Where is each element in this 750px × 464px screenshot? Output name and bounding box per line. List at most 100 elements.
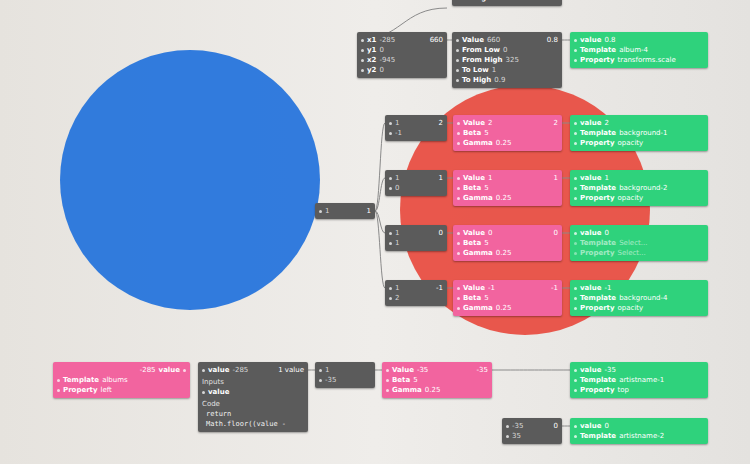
input-port[interactable]: Templatebackground-1 (574, 128, 704, 138)
input-port[interactable]: To High0.9 (456, 75, 558, 85)
input-port[interactable]: 0 (389, 183, 443, 193)
input-port[interactable]: Beta5 (457, 128, 558, 138)
input-port[interactable]: Value-1-1 (457, 283, 558, 293)
input-port[interactable]: TemplateSelect... (574, 238, 704, 248)
grey-node[interactable]: x1-285660y10x2-945y20 (357, 32, 447, 78)
green-node[interactable]: value-1Templatebackground-4Propertyopaci… (570, 280, 708, 316)
port-icon[interactable] (456, 49, 459, 52)
port-icon[interactable] (574, 369, 577, 372)
port-icon[interactable] (574, 177, 577, 180)
input-port[interactable]: Gamma0.25 (457, 193, 558, 203)
port-icon[interactable] (457, 132, 460, 135)
port-icon[interactable] (361, 69, 364, 72)
grey-node[interactable]: 12-1 (385, 115, 447, 141)
port-icon[interactable] (389, 187, 392, 190)
port-icon[interactable] (386, 389, 389, 392)
port-icon[interactable] (57, 379, 60, 382)
green-node[interactable]: value1Templatebackground-2Propertyopacit… (570, 170, 708, 206)
port-icon[interactable] (457, 232, 460, 235)
input-port[interactable]: Propertyopacity (574, 303, 704, 313)
input-port[interactable]: -1 (389, 128, 443, 138)
input-port[interactable]: Value6600.8 (456, 35, 558, 45)
input-port[interactable]: From High325 (456, 55, 558, 65)
code-line[interactable]: Math.floor((value - (202, 419, 304, 429)
port-icon[interactable] (574, 379, 577, 382)
port-icon[interactable] (319, 369, 322, 372)
pink-node[interactable]: Value00Beta5Gamma0.25 (453, 225, 562, 261)
input-port[interactable]: 1 (319, 365, 371, 375)
input-port[interactable]: 35 (506, 431, 558, 441)
port-icon[interactable] (574, 122, 577, 125)
port-icon[interactable] (389, 287, 392, 290)
grey-node[interactable]: To High0.9 (452, 0, 562, 6)
port-icon[interactable] (457, 287, 460, 290)
port-icon[interactable] (361, 39, 364, 42)
input-port[interactable]: Propertyopacity (574, 138, 704, 148)
input-port[interactable]: 11 (389, 173, 443, 183)
input-port[interactable]: Beta5 (457, 293, 558, 303)
output-port[interactable]: -285value (57, 365, 186, 375)
input-port[interactable]: 2 (389, 293, 443, 303)
grey-node[interactable]: Value6600.8From Low0From High325To Low1T… (452, 32, 562, 88)
grey-node[interactable]: 11 (315, 203, 375, 219)
pink-node[interactable]: Value22Beta5Gamma0.25 (453, 115, 562, 151)
input-port[interactable]: Beta5 (457, 183, 558, 193)
input-port[interactable]: 10 (389, 228, 443, 238)
input-port[interactable]: Templatealbums (57, 375, 186, 385)
input-port[interactable]: Propertytransforms.scale (574, 55, 704, 65)
input-port[interactable]: From Low0 (456, 45, 558, 55)
input-port[interactable]: Propertytop (574, 385, 704, 395)
input-port[interactable]: Beta5 (386, 375, 488, 385)
port-icon[interactable] (456, 59, 459, 62)
green-node[interactable]: value0Templateartistname-2 (570, 418, 708, 444)
input-port[interactable]: x2-945 (361, 55, 443, 65)
port-icon[interactable] (574, 287, 577, 290)
port-icon[interactable] (506, 425, 509, 428)
green-node[interactable]: value-35Templateartistname-1Propertytop (570, 362, 708, 398)
input-port[interactable]: Templatebackground-2 (574, 183, 704, 193)
port-icon[interactable] (361, 59, 364, 62)
input-port[interactable]: PropertySelect... (574, 248, 704, 258)
input-port[interactable]: y10 (361, 45, 443, 55)
input-port[interactable]: Value-35-35 (386, 365, 488, 375)
port-icon[interactable] (574, 389, 577, 392)
port-icon[interactable] (57, 389, 60, 392)
pink-node[interactable]: Value11Beta5Gamma0.25 (453, 170, 562, 206)
grey-node[interactable]: 1-35 (315, 362, 375, 388)
input-port[interactable]: Templateartistname-1 (574, 375, 704, 385)
input-port[interactable]: Gamma0.25 (386, 385, 488, 395)
grey-node[interactable]: 110 (385, 170, 447, 196)
input-port[interactable]: Value00 (457, 228, 558, 238)
port-icon[interactable] (574, 425, 577, 428)
port-icon[interactable] (574, 59, 577, 62)
input-port[interactable]: value2 (574, 118, 704, 128)
input-port[interactable]: value1 (574, 173, 704, 183)
input-port[interactable]: To Low1 (456, 65, 558, 75)
port-icon[interactable] (574, 197, 577, 200)
port-icon[interactable] (457, 122, 460, 125)
port-icon[interactable] (386, 369, 389, 372)
port-icon[interactable] (574, 297, 577, 300)
port-icon[interactable] (574, 49, 577, 52)
port-icon[interactable] (389, 232, 392, 235)
port-icon[interactable] (202, 391, 205, 394)
input-port[interactable]: Templatebackground-4 (574, 293, 704, 303)
input-port[interactable]: 1 (389, 238, 443, 248)
port-icon[interactable] (319, 379, 322, 382)
grey-node[interactable]: 101 (385, 225, 447, 251)
port-icon[interactable] (389, 132, 392, 135)
input-port[interactable]: Templatealbum-4 (574, 45, 704, 55)
patch-canvas[interactable]: To High0.9x1-285660y10x2-945y20Value6600… (0, 0, 750, 464)
port-icon[interactable] (457, 142, 460, 145)
input-port[interactable]: Beta5 (457, 238, 558, 248)
port-icon[interactable] (389, 297, 392, 300)
port-icon[interactable] (457, 242, 460, 245)
input-port[interactable]: value-2851 value (202, 365, 304, 375)
input-port[interactable]: Templateartistname-2 (574, 431, 704, 441)
port-icon[interactable] (574, 39, 577, 42)
port-icon[interactable] (389, 122, 392, 125)
input-port[interactable]: value (202, 387, 304, 397)
port-icon[interactable] (574, 252, 577, 255)
port-icon[interactable] (574, 142, 577, 145)
port-icon[interactable] (457, 187, 460, 190)
